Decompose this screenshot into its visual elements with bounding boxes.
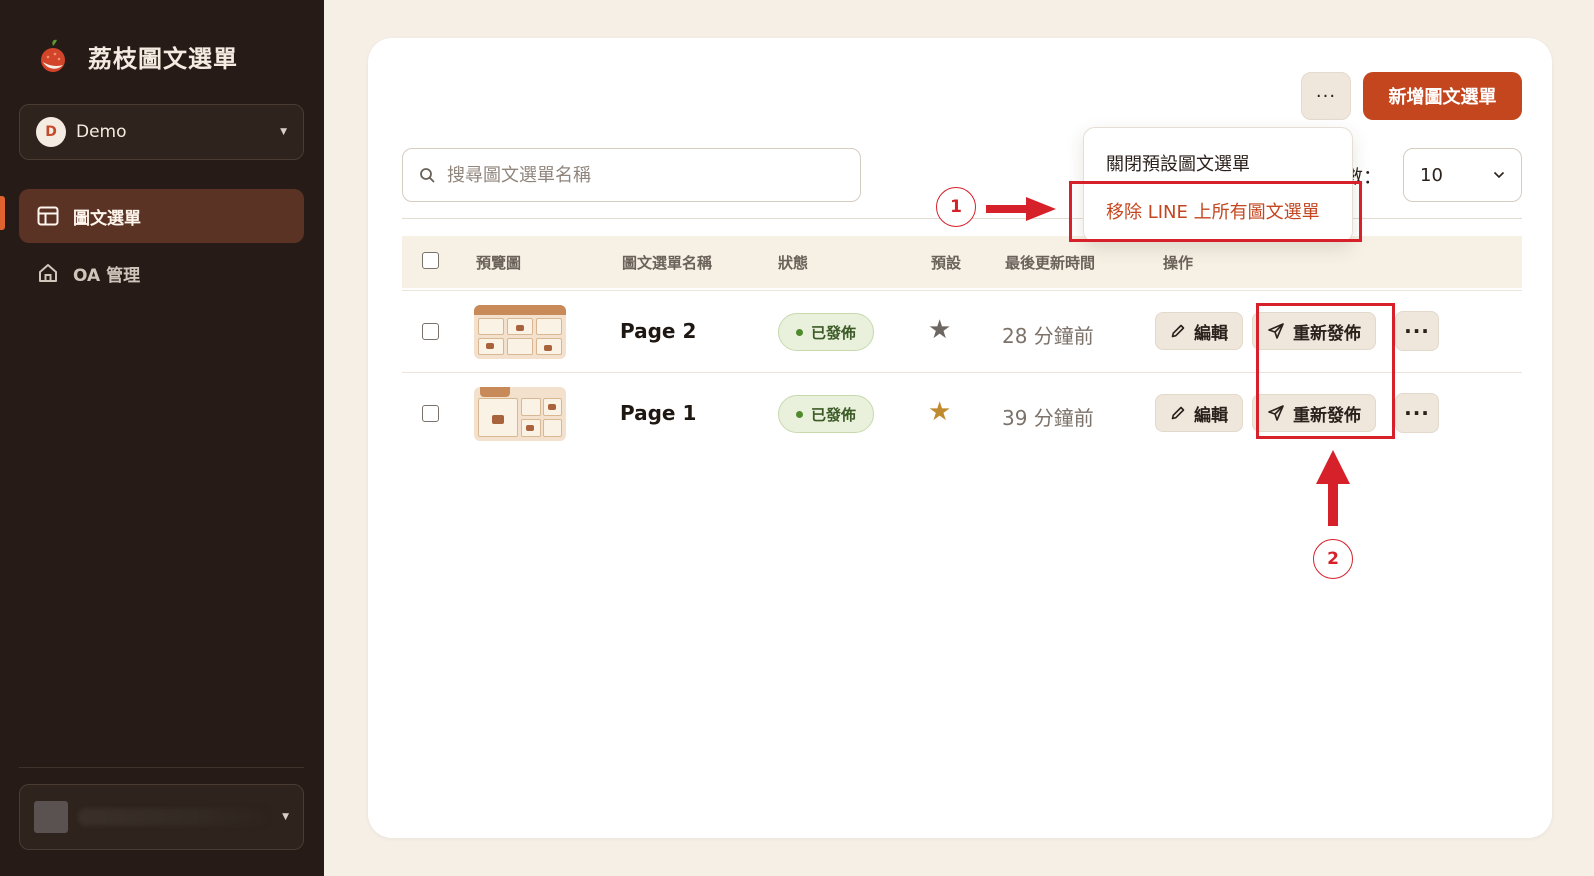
status-dot-icon	[795, 410, 803, 418]
search-box[interactable]	[402, 148, 861, 202]
edit-label: 編輯	[1194, 323, 1228, 344]
user-name-redacted	[78, 808, 268, 826]
header-updated: 最後更新時間	[1005, 253, 1096, 272]
sidebar-item-oa[interactable]: OA 管理	[19, 246, 304, 300]
chevron-down-icon	[1493, 171, 1505, 179]
last-updated: 28 分鐘前	[1002, 324, 1094, 348]
add-richmenu-button[interactable]: 新增圖文選單	[1363, 72, 1522, 120]
brand: 荔枝圖文選單	[36, 38, 238, 74]
status-text: 已發佈	[810, 405, 856, 424]
default-star-icon[interactable]: ★	[928, 315, 951, 345]
arrow-up-icon	[1316, 450, 1350, 526]
app-title: 荔枝圖文選單	[88, 43, 238, 73]
edit-button[interactable]: 編輯	[1155, 312, 1243, 350]
sidebar-divider	[19, 767, 304, 768]
pencil-icon	[1171, 406, 1185, 420]
annotation-marker: 2	[1313, 539, 1353, 579]
nav-active-indicator	[0, 196, 5, 230]
annotation-highlight-box	[1069, 181, 1362, 242]
caret-down-icon: ▼	[280, 127, 287, 137]
annotation-highlight-box	[1256, 303, 1395, 439]
sidebar-item-label: 圖文選單	[73, 208, 141, 229]
richmenu-preview-thumbnail[interactable]	[474, 305, 566, 359]
row-checkbox[interactable]	[422, 405, 439, 422]
sidebar-item-label: OA 管理	[73, 265, 141, 286]
status-dot-icon	[795, 328, 803, 336]
richmenu-name[interactable]: Page 1	[620, 401, 696, 425]
annotation-marker: 1	[936, 187, 976, 227]
sidebar: 荔枝圖文選單 D Demo ▼ 圖文選單 OA 管理 ▼	[0, 0, 324, 876]
status-badge: 已發佈	[778, 313, 874, 351]
workspace-avatar: D	[36, 117, 66, 147]
user-account-selector[interactable]: ▼	[19, 784, 304, 850]
status-text: 已發佈	[810, 323, 856, 342]
per-page-select[interactable]: 10	[1403, 148, 1522, 202]
workspace-selector[interactable]: D Demo ▼	[19, 104, 304, 160]
last-updated: 39 分鐘前	[1002, 406, 1094, 430]
menu-item-disable-default[interactable]: 關閉預設圖文選單	[1106, 150, 1250, 176]
edit-label: 編輯	[1194, 405, 1228, 426]
select-all-checkbox[interactable]	[422, 252, 439, 269]
home-icon	[39, 264, 57, 282]
header-actions: 操作	[1163, 253, 1194, 272]
caret-down-icon: ▼	[282, 812, 289, 822]
row-more-button[interactable]: ···	[1395, 393, 1439, 433]
more-options-button[interactable]: ···	[1301, 72, 1351, 120]
header-name: 圖文選單名稱	[622, 253, 713, 272]
arrow-right-icon	[986, 197, 1056, 221]
sidebar-item-richmenu[interactable]: 圖文選單	[19, 189, 304, 243]
default-star-icon[interactable]: ★	[928, 397, 951, 427]
table-header: 預覽圖 圖文選單名稱 狀態 預設 最後更新時間 操作	[402, 236, 1522, 288]
status-badge: 已發佈	[778, 395, 874, 433]
per-page-value: 10	[1420, 164, 1443, 186]
richmenu-preview-thumbnail[interactable]	[474, 387, 566, 441]
header-preview: 預覽圖	[476, 253, 522, 272]
edit-button[interactable]: 編輯	[1155, 394, 1243, 432]
layout-icon	[37, 206, 59, 226]
search-icon	[420, 168, 435, 183]
workspace-name: Demo	[76, 122, 127, 142]
search-input[interactable]	[447, 164, 827, 186]
user-avatar	[34, 801, 68, 833]
richmenu-name[interactable]: Page 2	[620, 319, 696, 343]
header-status: 狀態	[778, 253, 809, 272]
row-checkbox[interactable]	[422, 323, 439, 340]
row-more-button[interactable]: ···	[1395, 311, 1439, 351]
pencil-icon	[1171, 324, 1185, 338]
header-default: 預設	[931, 253, 962, 272]
lychee-logo-icon	[36, 38, 70, 74]
